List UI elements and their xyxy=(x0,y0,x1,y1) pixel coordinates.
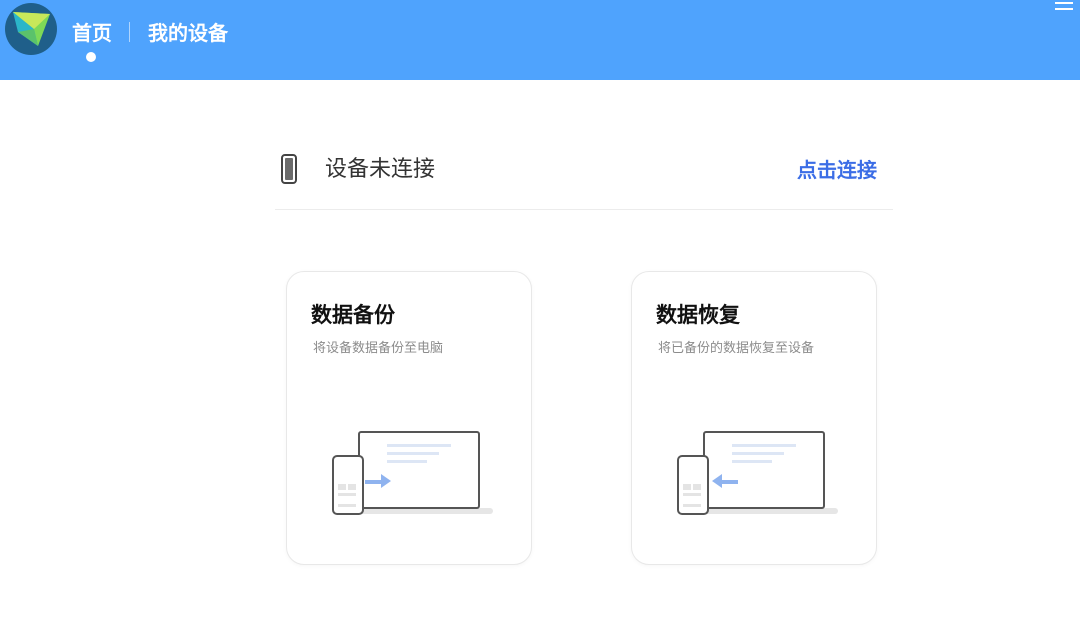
phone-icon xyxy=(281,154,297,184)
device-status-row: 设备未连接 点击连接 xyxy=(275,140,893,210)
top-bar: 首页 我的设备 xyxy=(0,0,1080,80)
menu-icon[interactable] xyxy=(1055,2,1073,14)
restore-illustration-icon xyxy=(677,431,838,515)
active-tab-indicator xyxy=(86,52,96,62)
backup-card-description: 将设备数据备份至电脑 xyxy=(313,341,444,356)
restore-card-title: 数据恢复 xyxy=(656,303,740,327)
nav-separator xyxy=(129,22,130,42)
nav-tab-my-devices[interactable]: 我的设备 xyxy=(148,19,228,47)
device-status-text: 设备未连接 xyxy=(325,157,436,182)
backup-card[interactable]: 数据备份 将设备数据备份至电脑 xyxy=(286,271,532,565)
connect-link[interactable]: 点击连接 xyxy=(797,155,877,185)
divider xyxy=(275,209,893,210)
restore-card[interactable]: 数据恢复 将已备份的数据恢复至设备 xyxy=(631,271,877,565)
nav-tab-home[interactable]: 首页 xyxy=(72,19,112,47)
restore-card-description: 将已备份的数据恢复至设备 xyxy=(658,341,815,356)
backup-illustration-icon xyxy=(332,431,493,515)
app-logo-icon[interactable] xyxy=(4,2,58,56)
backup-card-title: 数据备份 xyxy=(311,303,395,327)
